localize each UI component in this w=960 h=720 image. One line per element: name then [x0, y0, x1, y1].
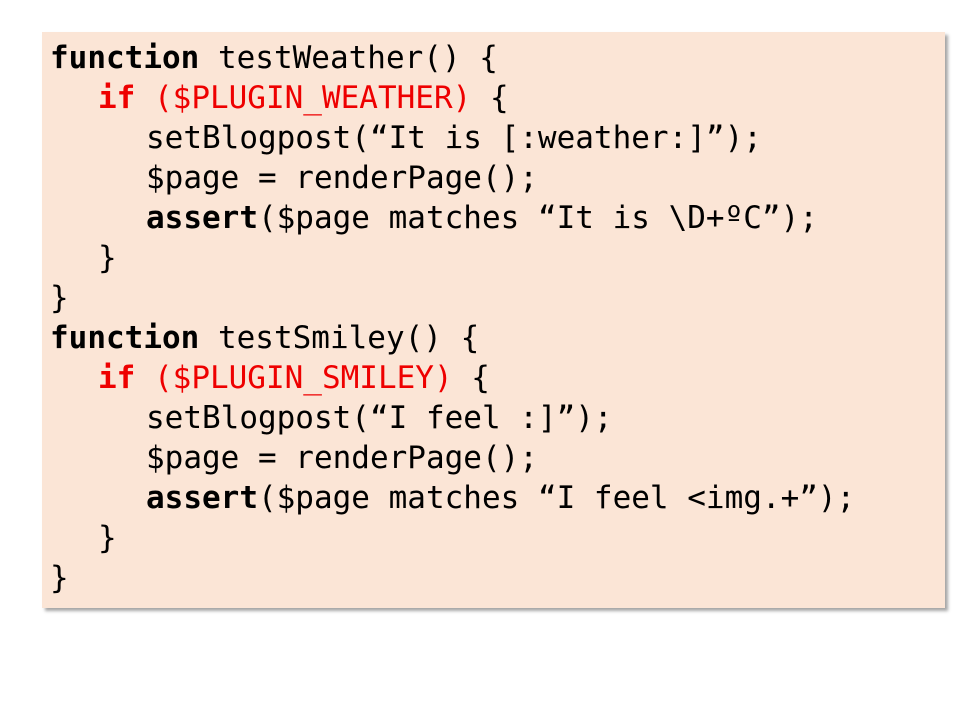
closing-brace: }	[98, 240, 117, 276]
code-line-close-function: }	[50, 558, 69, 598]
code-line-function-test-weather: function testWeather() {	[50, 38, 498, 78]
statement-text: $page = renderPage();	[146, 160, 538, 196]
function-signature: testWeather() {	[199, 40, 498, 76]
code-line-set-blogpost: setBlogpost(“I feel :]”);	[50, 398, 613, 438]
assert-arguments: ($page matches “I feel <img.+”);	[257, 480, 856, 516]
code-line-assert: assert($page matches “I feel <img.+”);	[50, 478, 855, 518]
code-line-render-page: $page = renderPage();	[50, 158, 538, 198]
if-brace: {	[471, 80, 509, 116]
if-condition: ($PLUGIN_SMILEY)	[135, 360, 453, 396]
code-line-assert: assert($page matches “It is \D+ºC”);	[50, 198, 818, 238]
code-line-close-if: }	[50, 518, 117, 558]
if-keyword: if	[98, 360, 136, 396]
statement-text: $page = renderPage();	[146, 440, 538, 476]
code-line-function-test-smiley: function testSmiley() {	[50, 318, 479, 358]
code-line-close-if: }	[50, 238, 117, 278]
code-line-if-plugin-smiley: if ($PLUGIN_SMILEY) {	[50, 358, 490, 398]
if-brace: {	[452, 360, 490, 396]
code-box: function testWeather() { if ($PLUGIN_WEA…	[42, 32, 945, 608]
assert-keyword: assert	[146, 200, 258, 236]
if-condition: ($PLUGIN_WEATHER)	[135, 80, 472, 116]
code-line-set-blogpost: setBlogpost(“It is [:weather:]”);	[50, 118, 762, 158]
closing-brace: }	[50, 560, 69, 596]
if-keyword: if	[98, 80, 136, 116]
assert-arguments: ($page matches “It is \D+ºC”);	[257, 200, 818, 236]
code-line-if-plugin-weather: if ($PLUGIN_WEATHER) {	[50, 78, 509, 118]
statement-text: setBlogpost(“I feel :]”);	[146, 400, 613, 436]
assert-keyword: assert	[146, 480, 258, 516]
code-line-close-function: }	[50, 278, 69, 318]
function-keyword: function	[50, 40, 200, 76]
code-line-render-page: $page = renderPage();	[50, 438, 538, 478]
function-keyword: function	[50, 320, 200, 356]
closing-brace: }	[50, 280, 69, 316]
function-signature: testSmiley() {	[199, 320, 480, 356]
closing-brace: }	[98, 520, 117, 556]
statement-text: setBlogpost(“It is [:weather:]”);	[146, 120, 762, 156]
